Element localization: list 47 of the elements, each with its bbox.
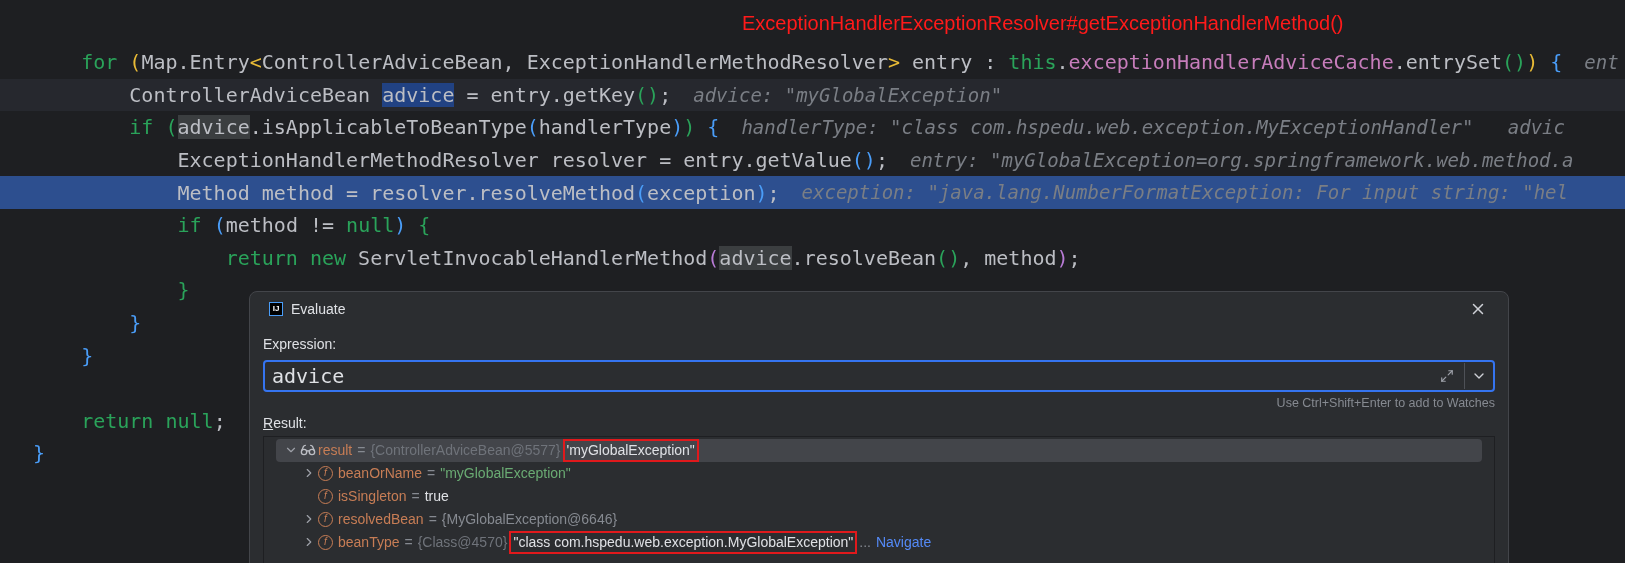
app-logo-icon: IJ (269, 302, 283, 316)
equals-sign: = (411, 486, 420, 506)
variable-name: isSingleton (338, 486, 407, 506)
field-label: Expression: (263, 335, 338, 354)
equals-sign: = (427, 463, 436, 483)
code-line: ExceptionHandlerMethodResolver resolver = entry.getValue(); (176, 147, 888, 175)
inline-value-hint: entry: "myGlobalException=org.springframework.web.method.a (909, 147, 1574, 173)
tree-row[interactable]: f beanType = {Class@4570} "class com.hspedu.web.exception.MyGlobalException" ... Navigate (276, 530, 1482, 554)
code-line: for (Map.Entry<ControllerAdviceBean, ExceptionHandlerMethodResolver> entry : this.exceptionHandlerAdviceCache.entrySet()) { (80, 49, 1563, 77)
variable-name: beanOrName (338, 463, 423, 483)
code-line: if (method != null) { (176, 212, 431, 240)
variable-value: "class com.hspedu.web.exception.MyGlobalException" (509, 530, 858, 554)
tree-row[interactable]: f isSingleton = true (276, 484, 1482, 508)
field-label: Result: (263, 413, 308, 433)
expand-icon[interactable] (1440, 369, 1454, 383)
inline-value-hint: advice: "myGlobalException" (693, 82, 1003, 108)
code-line: } (176, 277, 190, 305)
code-line: } (80, 342, 94, 370)
code-line: return new ServletInvocableHandlerMethod(advice.resolveBean(), method); (224, 244, 1081, 272)
code-line: } (33, 440, 46, 468)
variable-name: result (318, 440, 353, 460)
tree-row[interactable]: f resolvedBean = {MyGlobalException@6646} (276, 507, 1482, 531)
expression-field[interactable]: advice (263, 360, 1495, 392)
variable-value: true (424, 486, 449, 506)
inline-value-hint: exception: "java.lang.NumberFormatException: For input string: "hel (801, 180, 1568, 206)
equals-sign: = (404, 532, 413, 552)
shortcut-hint: Use Ctrl+Shift+Enter to add to Watches (1276, 395, 1495, 412)
navigate-link[interactable]: Navigate (875, 531, 932, 553)
code-line: return null; (80, 407, 226, 435)
code-line: ControllerAdviceBean advice = entry.getKey(); (128, 81, 672, 109)
object-type: {Class@4570} (417, 532, 508, 552)
annotation-text: ExceptionHandlerExceptionResolver#getExceptionHandlerMethod() (742, 11, 1344, 36)
equals-sign: = (357, 440, 366, 460)
inline-value-hint: handlerType: "class com.hspedu.web.exception.MyExceptionHandler" advic (741, 115, 1565, 141)
tree-row[interactable]: f beanOrName = "myGlobalException" (276, 461, 1482, 485)
variable-value: {MyGlobalException@6646} (441, 509, 618, 529)
dialog-title: Evaluate (291, 299, 346, 319)
ellipsis: ... (859, 532, 871, 552)
variable-name: resolvedBean (338, 509, 424, 529)
code-line: if (advice.isApplicableToBeanType(handlerType)) { (128, 114, 720, 142)
code-line: Method method = resolver.resolveMethod(exception); (176, 179, 780, 207)
variable-name: beanType (338, 532, 400, 552)
code-line: } (128, 310, 142, 338)
inline-value-hint: ent (1584, 50, 1619, 76)
equals-sign: = (428, 509, 437, 529)
variable-value: "myGlobalException" (440, 463, 571, 483)
variable-value: 'myGlobalException" (562, 438, 699, 462)
